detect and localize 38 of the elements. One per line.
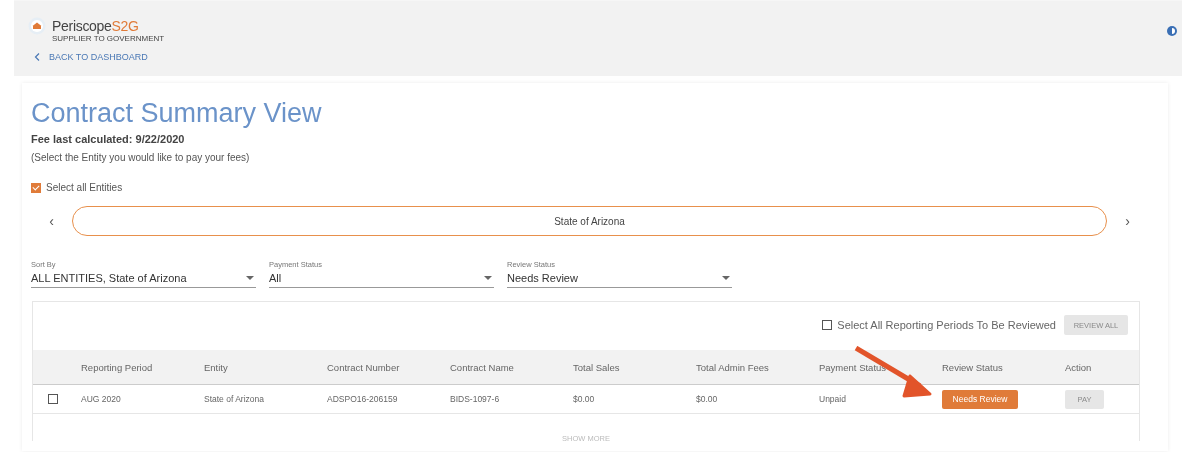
checkbox-label: Select All Reporting Periods To Be Reviewed [837,319,1056,331]
column-header: Total Sales [573,361,621,373]
previous-button[interactable]: ‹ [31,213,72,229]
brand-tagline: SUPPLIER TO GOVERNMENT [52,34,165,43]
column-header: Review Status [942,361,1004,373]
table-cell: $0.00 [696,394,718,404]
checkbox[interactable] [31,182,41,193]
column-header: Contract Name [450,361,515,373]
fee-note: Fee last calculated: 9/22/2020 [31,133,186,145]
table-cell: BIDS-1097-6 [450,394,500,404]
column-header: Reporting Period [81,361,154,373]
dropdown-icon [246,275,254,281]
brightness-icon[interactable] [1166,25,1178,37]
dropdown-icon [722,275,730,281]
column-header: Total Admin Fees [696,361,770,373]
instruction-text: (Select the Entity you would like to pay your fees) [31,152,251,163]
page-title: Contract Summary View [31,99,323,127]
brand-name: PeriscopeS2G [52,19,140,33]
checkbox[interactable] [822,320,833,330]
row-checkbox[interactable] [47,394,58,404]
column-header: Payment Status [819,361,888,373]
select-field[interactable]: ALL ENTITIES, State of Arizona [31,269,256,288]
table-cell: ADSPO16-206159 [327,394,398,404]
column-header: Action [1065,361,1093,373]
table-cell: AUG 2020 [81,394,121,404]
column-header: Contract Number [327,361,401,373]
next-button[interactable]: › [1107,213,1148,229]
logo-icon [28,17,46,35]
select-field[interactable]: All [269,269,494,288]
back-to-dashboard-link[interactable]: BACK TO DASHBOARD [34,52,148,62]
table-cell: $0.00 [573,394,595,404]
column-header: Entity [204,361,229,373]
chevron-left-icon [34,53,40,61]
checkbox-label: Select all Entities [46,182,123,193]
dropdown-icon [484,275,492,281]
select-field[interactable]: Needs Review [507,269,732,288]
table-cell: State of Arizona [204,394,264,404]
table-cell: Unpaid [819,394,846,404]
